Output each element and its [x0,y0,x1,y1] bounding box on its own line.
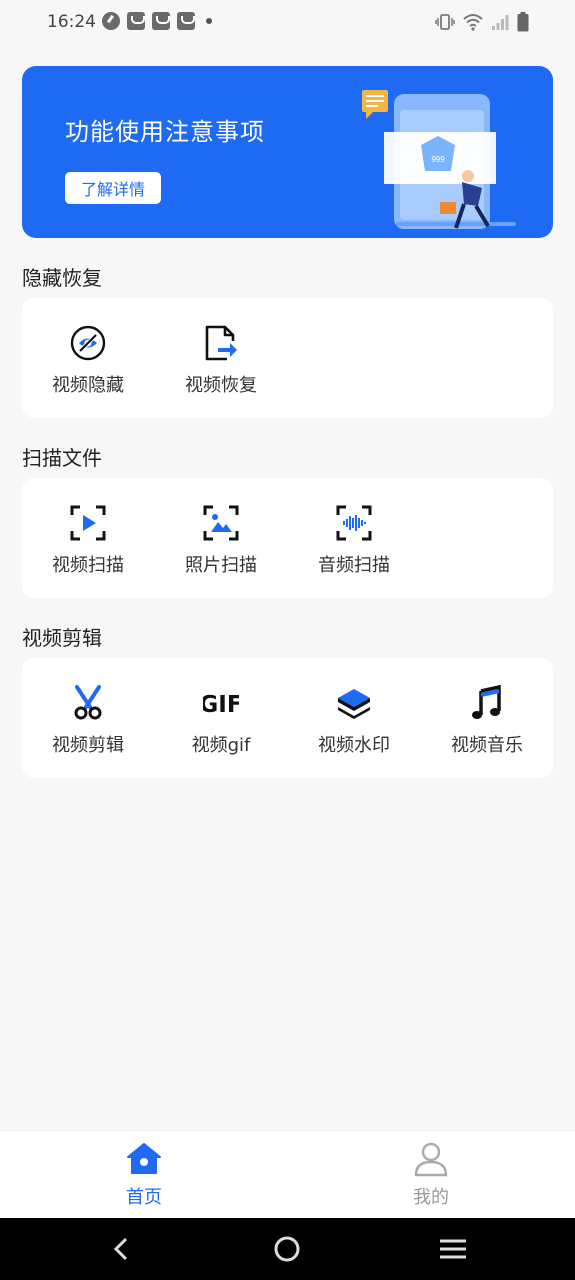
nav-mine-tab[interactable]: 我的 [361,1131,501,1219]
system-status-icons [435,12,529,32]
item-label: 视频剪辑 [52,735,124,756]
scan-files-card: 视频扫描 照片扫描 音频扫描 [22,478,553,598]
photo-scan-button[interactable]: 照片扫描 [155,478,287,598]
scan-video-icon [70,505,106,541]
notice-banner[interactable]: 功能使用注意事项 了解详情 999 [22,66,553,238]
bag-icon [127,12,145,30]
item-label: 视频水印 [318,735,390,756]
notification-icons [102,12,212,30]
file-export-icon [205,325,237,361]
scan-photo-icon [203,505,239,541]
item-label: 视频音乐 [451,735,523,756]
status-time: 16:24 [47,12,96,32]
bag-icon [177,12,195,30]
item-label: 照片扫描 [185,555,257,576]
nav-home-tab[interactable]: 首页 [74,1131,214,1219]
home-icon [127,1143,161,1174]
item-label: 视频gif [191,735,251,756]
nav-mine-label: 我的 [413,1187,449,1208]
section-title-scan-files: 扫描文件 [22,446,102,470]
bottom-nav: 首页 我的 [0,1130,575,1219]
nav-home-label: 首页 [126,1187,162,1208]
menu-icon[interactable] [437,1233,469,1265]
vibrate-icon [435,14,455,30]
banner-illustration: 999 [362,90,516,229]
video-restore-button[interactable]: 视频恢复 [155,298,287,418]
user-icon [414,1142,448,1177]
audio-scan-button[interactable]: 音频扫描 [288,478,420,598]
video-scan-button[interactable]: 视频扫描 [22,478,154,598]
home-circle-icon[interactable] [271,1233,303,1265]
gif-icon-text: GIF [203,692,239,718]
section-title-hide-restore: 隐藏恢复 [22,266,102,290]
item-label: 视频隐藏 [52,375,124,396]
eye-off-icon [70,325,106,361]
system-nav-bar [0,1218,575,1280]
illustration-badge: 999 [431,155,445,164]
video-edit-button[interactable]: 视频剪辑 [22,658,154,778]
banner-title: 功能使用注意事项 [65,118,265,146]
video-music-button[interactable]: 视频音乐 [421,658,553,778]
speedometer-icon [102,12,120,30]
video-watermark-button[interactable]: 视频水印 [288,658,420,778]
video-gif-button[interactable]: GIF 视频gif [155,658,287,778]
learn-more-button[interactable]: 了解详情 [65,172,161,204]
video-hide-button[interactable]: 视频隐藏 [22,298,154,418]
status-bar: 16:24 [0,0,575,48]
signal-icon [492,15,509,30]
section-title-video-edit: 视频剪辑 [22,626,102,650]
hide-restore-card: 视频隐藏 视频恢复 [22,298,553,418]
layers-icon [338,689,370,719]
back-icon[interactable] [106,1233,138,1265]
bag-icon [152,12,170,30]
wifi-icon [463,14,483,31]
item-label: 音频扫描 [318,555,390,576]
item-label: 视频恢复 [185,375,257,396]
dot-icon [206,18,212,24]
scan-audio-icon [336,505,372,541]
scissors-icon [74,685,102,720]
battery-icon [517,12,529,32]
video-edit-card: 视频剪辑 GIF 视频gif 视频水印 视频音乐 [22,658,553,778]
gif-icon: GIF [203,692,239,718]
music-note-icon [472,685,501,719]
item-label: 视频扫描 [52,555,124,576]
